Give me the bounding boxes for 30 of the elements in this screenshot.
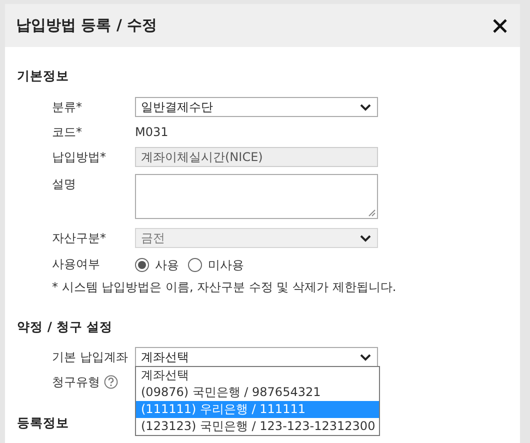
dropdown-option[interactable]: (09876) 국민은행 / 987654321: [136, 384, 379, 401]
note-text: * 시스템 납입방법은 이름, 자산구분 수정 및 삭제가 제한됩니다.: [52, 279, 396, 295]
radio-label: 사용: [155, 257, 179, 274]
field-label: 납입방법*: [52, 149, 106, 166]
field-label: 사용여부: [52, 256, 100, 273]
section-title: 약정 / 청구 설정: [17, 319, 113, 335]
field-label: 청구유형: [52, 374, 100, 391]
dropdown-option[interactable]: (123123) 국민은행 / 123-123-12312300: [136, 418, 379, 435]
select-field: 금전: [135, 228, 378, 248]
section-title: 등록정보: [17, 415, 69, 431]
resize-grip-icon[interactable]: [368, 209, 376, 217]
select-field[interactable]: 계좌선택: [135, 347, 378, 367]
input-field: 계좌이체실시간(NICE): [135, 147, 378, 167]
caret-icon: [360, 354, 371, 360]
radio-button[interactable]: [188, 258, 202, 272]
select-field[interactable]: 일반결제수단: [135, 97, 378, 117]
help-icon[interactable]: [104, 375, 118, 389]
dropdown-option[interactable]: 계좌선택: [136, 367, 379, 384]
field-label: 코드*: [52, 124, 82, 141]
radio-button[interactable]: [135, 258, 149, 272]
dialog-title: 납입방법 등록 / 수정: [16, 15, 158, 36]
section-title: 기본정보: [17, 68, 69, 84]
code-value: M031: [135, 124, 168, 141]
field-label: 자산구분*: [52, 230, 106, 247]
field-label: 설명: [52, 176, 76, 193]
field-label: 분류*: [52, 99, 82, 116]
caret-icon: [360, 234, 371, 242]
caret-icon: [360, 104, 371, 110]
radio-label: 미사용: [208, 257, 244, 274]
field-label: 기본 납입계좌: [52, 349, 128, 366]
